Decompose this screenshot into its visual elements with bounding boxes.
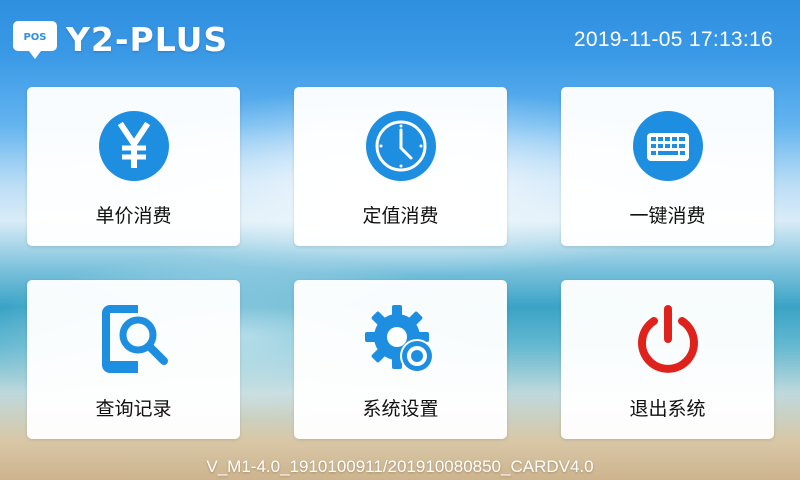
tile-label: 一键消费 xyxy=(629,205,706,227)
search-record-icon xyxy=(102,305,168,373)
exit-system-button[interactable]: 退出系统 xyxy=(561,280,774,439)
fixed-value-payment-button[interactable]: 定值消费 xyxy=(294,87,507,246)
top-bar: POS Y2-PLUS 2019-11-05 17:13:16 xyxy=(0,0,800,80)
pos-logo-icon: POS xyxy=(13,21,57,59)
tile-label: 定值消费 xyxy=(362,205,439,227)
unit-price-payment-button[interactable]: 单价消费 xyxy=(27,87,240,246)
brand-title: Y2-PLUS xyxy=(66,20,229,59)
power-icon xyxy=(638,305,698,373)
logo-text: POS xyxy=(23,32,46,43)
tile-label: 系统设置 xyxy=(362,398,439,420)
version-info: V_M1-4.0_1910100911/201910080850_CARDV4.… xyxy=(206,457,594,476)
datetime-display: 2019-11-05 17:13:16 xyxy=(573,28,773,51)
tile-label: 单价消费 xyxy=(95,205,172,227)
yen-icon xyxy=(99,111,169,181)
clock-icon xyxy=(366,111,436,181)
tile-label: 退出系统 xyxy=(629,398,706,420)
tile-label: 查询记录 xyxy=(95,398,172,420)
query-records-button[interactable]: 查询记录 xyxy=(27,280,240,439)
system-settings-button[interactable]: 系统设置 xyxy=(294,280,507,439)
one-key-payment-button[interactable]: 一键消费 xyxy=(561,87,774,246)
gear-icon xyxy=(365,305,434,373)
keyboard-icon xyxy=(633,111,703,181)
